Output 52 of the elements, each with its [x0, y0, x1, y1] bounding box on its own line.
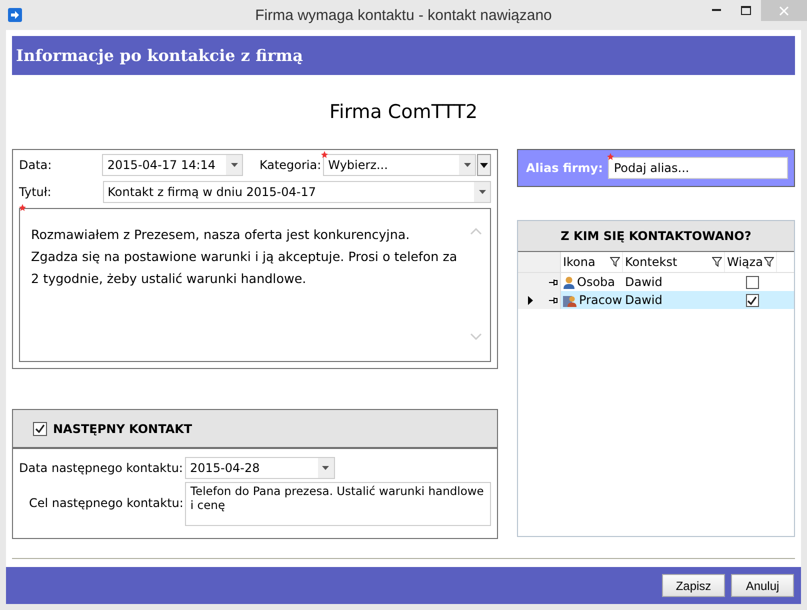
check-icon	[747, 296, 757, 304]
checkbox[interactable]	[33, 422, 47, 436]
pin-icon	[549, 296, 558, 304]
caret-icon	[230, 163, 238, 167]
table-cell: Pracow	[561, 293, 623, 307]
scroll-up-icon	[470, 227, 482, 235]
section-header: Informacje po kontakcie z firmą	[12, 36, 795, 75]
current-row-icon	[528, 296, 533, 304]
date-label: Data:	[19, 158, 53, 172]
dropdown-button[interactable]	[477, 154, 492, 176]
checkbox[interactable]	[746, 294, 758, 306]
checkbox[interactable]	[746, 276, 758, 288]
person-icon	[563, 276, 575, 288]
filter-icon[interactable]	[610, 257, 620, 267]
next-date-picker[interactable]: 2015-04-28	[184, 457, 335, 479]
check-icon	[35, 424, 45, 433]
table-cell-text: Dawid	[624, 293, 664, 307]
goal-field[interactable]: Telefon do Pana prezesa. Ustalić warunki handlowe i cenę	[185, 482, 491, 526]
note-text: Rozmawiałem z Prezesem, nasza oferta jest konkurencyjna. Zgadza się na postawione warunki i ją akceptuje. Prosi o telefon za 2 tygodnie, żeby ustalić warunki handlowe.	[31, 227, 458, 286]
grid-row[interactable]: Pracow Dawid	[518, 291, 794, 309]
next-contact-label: NASTĘPNY KONTAKT	[53, 422, 192, 436]
caret-icon	[478, 190, 486, 194]
title-dropdown[interactable]: Kontakt z firmą w dniu 2015-04-17	[102, 181, 491, 203]
category-label: Kategoria:	[259, 158, 322, 172]
goal-label: Cel następnego kontaktu:	[29, 496, 184, 510]
filter-icon[interactable]	[764, 257, 774, 267]
close-icon	[779, 6, 789, 16]
cancel-button[interactable]: Anuluj	[731, 574, 794, 597]
column-header[interactable]: Wiąza	[725, 252, 777, 272]
minimize-icon	[712, 9, 720, 12]
caret-icon	[464, 163, 471, 167]
title-label: Tytuł:	[19, 185, 52, 199]
filter-icon[interactable]	[712, 257, 722, 267]
company-name: Firma ComTTT2	[329, 101, 478, 123]
window-title: Firma wymaga kontaktu - kontakt nawiązano	[255, 6, 552, 24]
people-icon	[563, 294, 577, 306]
app-icon	[8, 8, 22, 22]
alias-placeholder: Podaj alias...	[614, 161, 690, 175]
category-dropdown[interactable]: Wybierz...	[323, 154, 476, 176]
table-cell-text: Dawid	[624, 275, 664, 289]
caret-icon	[322, 466, 330, 470]
date-picker[interactable]: 2015-04-17 14:14	[102, 154, 244, 176]
scroll-down-icon	[470, 333, 482, 341]
save-button[interactable]: Zapisz	[662, 574, 725, 597]
next-date-label: Data następnego kontaktu:	[19, 461, 183, 475]
pin-icon	[549, 278, 558, 286]
column-header[interactable]: Ikona	[561, 252, 623, 272]
maximize-icon	[741, 6, 751, 15]
table-cell: Osoba	[561, 275, 623, 289]
alias-label: Alias firmy:	[526, 161, 603, 175]
column-header[interactable]: Kontekst	[623, 252, 725, 272]
grid-title: Z KIM SIĘ KONTAKTOWANO?	[560, 229, 752, 243]
